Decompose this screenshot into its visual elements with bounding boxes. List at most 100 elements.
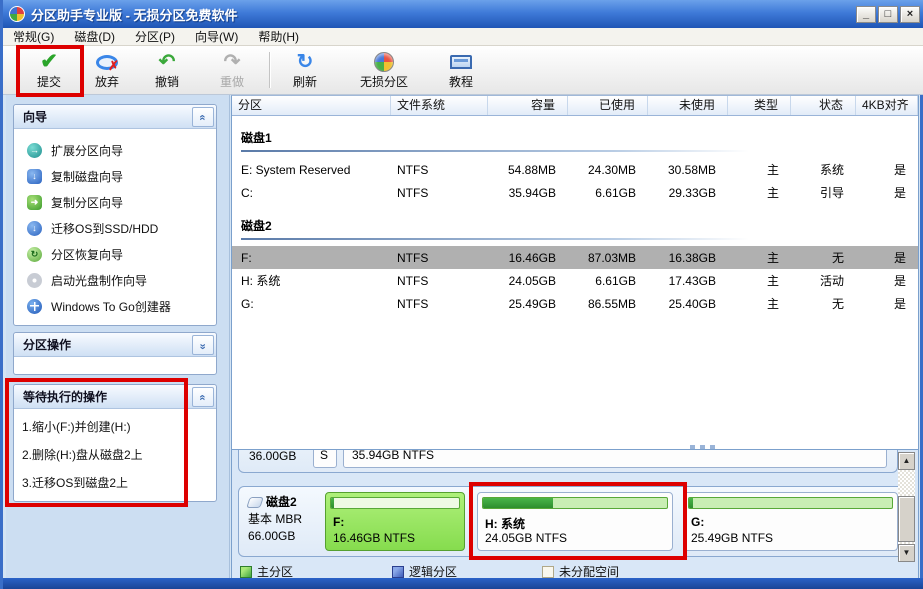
table-header: 分区 文件系统 容量 已使用 未使用 类型 状态 4KB对齐 — [232, 96, 918, 116]
partition-block-h[interactable]: H: 系统 24.05GB NTFS — [477, 492, 673, 551]
cell-status: 无 — [791, 295, 856, 312]
unallocated-swatch — [542, 566, 554, 578]
usage-bar — [482, 497, 668, 509]
menu-general[interactable]: 常规(G) — [3, 27, 64, 46]
cell-unused: 29.33GB — [648, 186, 728, 200]
wizard-copy-partition[interactable]: ➜ 复制分区向导 — [14, 189, 216, 215]
wizard-bootable-cd[interactable]: 启动光盘制作向导 — [14, 267, 216, 293]
submit-button[interactable]: ✔ 提交 — [19, 49, 79, 92]
cell-used: 6.61GB — [568, 274, 648, 288]
discard-button[interactable]: 放弃 — [83, 49, 131, 92]
partition-block-f[interactable]: F: 16.46GB NTFS — [325, 492, 465, 551]
toolbar: ✔ 提交 放弃 ↶ 撤销 ↷ 重做 ↻ 刷新 无损分区 教程 — [3, 46, 923, 95]
chevron-up-icon: » — [194, 115, 212, 120]
primary-partition-swatch — [240, 566, 252, 578]
minimize-button[interactable]: _ — [856, 6, 876, 23]
undo-arrow-icon: ↶ — [159, 52, 176, 72]
partition-row[interactable]: H: 系统NTFS24.05GB6.61GB17.43GB主活动是 — [232, 269, 918, 292]
cell-type: 主 — [728, 249, 791, 266]
wizard-partition-recovery[interactable]: ↻ 分区恢复向导 — [14, 241, 216, 267]
disk2-label: 磁盘2 基本 MBR 66.00GB — [248, 494, 302, 545]
cell-fs: NTFS — [391, 251, 488, 265]
pending-op-2[interactable]: 2.删除(H:)盘从磁盘2上 — [22, 446, 210, 463]
partition-row[interactable]: F:NTFS16.46GB87.03MB16.38GB主无是 — [232, 246, 918, 269]
disk1-bar[interactable]: 36.00GB S 35.94GB NTFS — [238, 450, 898, 473]
cell-capacity: 24.05GB — [488, 274, 568, 288]
cell-type: 主 — [728, 295, 791, 312]
scroll-up-button[interactable]: ▲ — [898, 452, 915, 470]
disk-group-header: 磁盘1 — [232, 129, 918, 152]
disk2-scheme: 基本 MBR — [248, 511, 302, 528]
col-used[interactable]: 已使用 — [568, 96, 648, 115]
cell-fs: NTFS — [391, 186, 488, 200]
disk1-c-block[interactable]: 35.94GB NTFS — [343, 450, 887, 468]
lossless-partition-button[interactable]: 无损分区 — [351, 49, 417, 92]
vertical-scrollbar[interactable]: ▲ ▼ — [898, 452, 915, 562]
pending-ops-panel: 等待执行的操作 » 1.缩小(F:)并创建(H:) 2.删除(H:)盘从磁盘2上… — [13, 384, 217, 502]
wizards-panel-header[interactable]: 向导 » — [14, 105, 216, 129]
cell-capacity: 16.46GB — [488, 251, 568, 265]
cell-aligned: 是 — [856, 272, 918, 289]
partition-block-g[interactable]: G: 25.49GB NTFS — [683, 492, 898, 551]
collapse-button[interactable]: » — [192, 107, 214, 127]
wizard-extend-partition[interactable]: → 扩展分区向导 — [14, 137, 216, 163]
maximize-button[interactable]: □ — [878, 6, 898, 23]
undo-button[interactable]: ↶ 撤销 — [141, 49, 193, 92]
menu-wizard[interactable]: 向导(W) — [185, 27, 248, 46]
pie-logo-icon — [374, 52, 394, 72]
cell-partition: F: — [232, 251, 391, 265]
menu-help[interactable]: 帮助(H) — [248, 27, 309, 46]
scrollbar-thumb[interactable] — [898, 496, 915, 542]
expand-button[interactable]: » — [192, 335, 214, 355]
scroll-down-button[interactable]: ▼ — [898, 544, 915, 562]
book-icon — [450, 55, 472, 69]
splitter-handle[interactable] — [690, 445, 715, 449]
cell-fs: NTFS — [391, 297, 488, 311]
wizard-copy-disk[interactable]: ↓ 复制磁盘向导 — [14, 163, 216, 189]
col-type[interactable]: 类型 — [728, 96, 791, 115]
col-unused[interactable]: 未使用 — [648, 96, 728, 115]
chevron-up-icon: » — [194, 395, 212, 400]
cell-aligned: 是 — [856, 161, 918, 178]
wizards-panel: 向导 » → 扩展分区向导 ↓ 复制磁盘向导 ➜ 复制分区向导 ↓ 迁移OS到S… — [13, 104, 217, 326]
pending-ops-list: 1.缩小(F:)并创建(H:) 2.删除(H:)盘从磁盘2上 3.迁移OS到磁盘… — [14, 409, 216, 501]
col-filesystem[interactable]: 文件系统 — [391, 96, 488, 115]
close-button[interactable]: × — [900, 6, 920, 23]
cell-used: 86.55MB — [568, 297, 648, 311]
collapse-button[interactable]: » — [192, 387, 214, 407]
cell-fs: NTFS — [391, 163, 488, 177]
title-bar: 分区助手专业版 - 无损分区免费软件 _ □ × — [3, 0, 923, 28]
pending-op-1[interactable]: 1.缩小(F:)并创建(H:) — [22, 418, 210, 435]
wizard-list: → 扩展分区向导 ↓ 复制磁盘向导 ➜ 复制分区向导 ↓ 迁移OS到SSD/HD… — [14, 129, 216, 325]
redo-button: ↷ 重做 — [206, 49, 258, 92]
cd-disc-icon — [27, 273, 42, 288]
col-status[interactable]: 状态 — [791, 96, 856, 115]
menu-disk[interactable]: 磁盘(D) — [64, 27, 125, 46]
partition-row[interactable]: E: System ReservedNTFS54.88MB24.30MB30.5… — [232, 158, 918, 181]
disk1-system-reserved-block[interactable]: S — [313, 450, 337, 468]
disk1-size-label: 36.00GB — [249, 450, 296, 463]
col-partition[interactable]: 分区 — [232, 96, 391, 115]
cell-partition: G: — [232, 297, 391, 311]
pending-ops-header[interactable]: 等待执行的操作 » — [14, 385, 216, 409]
col-4kb-aligned[interactable]: 4KB对齐 — [856, 96, 918, 115]
partition-row[interactable]: C:NTFS35.94GB6.61GB29.33GB主引导是 — [232, 181, 918, 204]
partition-ops-header[interactable]: 分区操作 » — [14, 333, 216, 357]
disk-group-header: 磁盘2 — [232, 217, 918, 240]
cell-partition: H: 系统 — [232, 272, 391, 289]
refresh-button[interactable]: ↻ 刷新 — [279, 49, 331, 92]
col-capacity[interactable]: 容量 — [488, 96, 568, 115]
windows-globe-icon — [27, 299, 42, 314]
pending-op-3[interactable]: 3.迁移OS到磁盘2上 — [22, 474, 210, 491]
shield-down-icon: ↓ — [27, 169, 42, 184]
wizard-windows-to-go[interactable]: Windows To Go创建器 — [14, 293, 216, 319]
partition-row[interactable]: G:NTFS25.49GB86.55MB25.40GB主无是 — [232, 292, 918, 315]
refresh-icon: ↻ — [297, 52, 314, 72]
menu-partition[interactable]: 分区(P) — [125, 27, 185, 46]
disk-graphics-panel: 36.00GB S 35.94GB NTFS 磁盘2 基本 MBR 66.00G… — [231, 450, 919, 562]
tutorial-button[interactable]: 教程 — [435, 49, 487, 92]
wizard-migrate-os[interactable]: ↓ 迁移OS到SSD/HDD — [14, 215, 216, 241]
globe-down-icon: ↓ — [27, 221, 42, 236]
cell-status: 无 — [791, 249, 856, 266]
usage-bar — [688, 497, 893, 509]
